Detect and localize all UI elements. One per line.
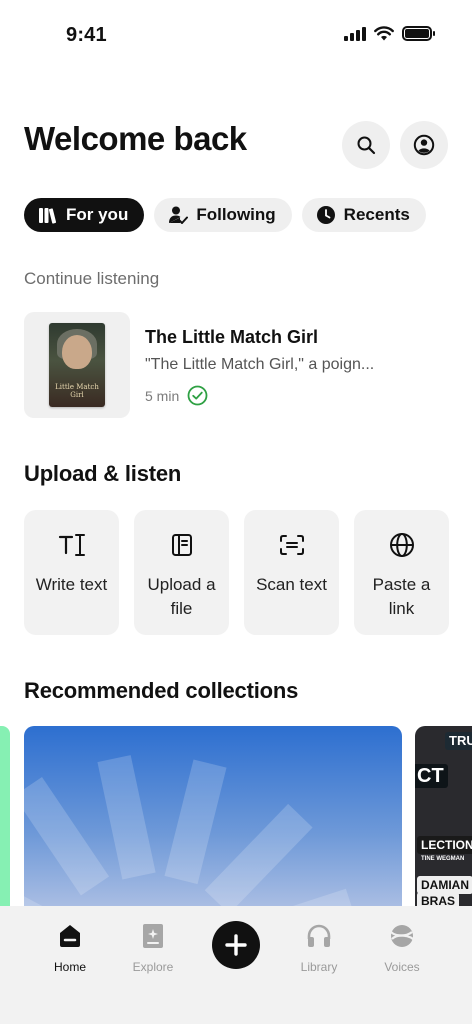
poster-word: TINE WEGMAN xyxy=(421,856,465,862)
write-text-label: Write text xyxy=(35,575,108,594)
ray-graphic xyxy=(24,777,110,896)
scan-text-button[interactable]: Scan text xyxy=(244,510,339,635)
poster-word: TRU xyxy=(445,732,472,750)
poster-word: CT xyxy=(415,764,448,788)
scan-icon xyxy=(279,535,304,555)
nav-library[interactable]: Library xyxy=(284,920,354,974)
collection-card-next[interactable]: TRU CT LECTION TINE WEGMAN DAMIAN BRAS xyxy=(415,726,472,906)
recommended-section-title: Recommended collections xyxy=(24,678,299,703)
tab-label: Following xyxy=(196,205,276,224)
person-check-icon xyxy=(169,206,189,224)
nav-explore[interactable]: Explore xyxy=(118,920,188,974)
explore-icon xyxy=(143,924,163,948)
search-icon xyxy=(357,136,376,155)
nav-library-label: Library xyxy=(300,960,338,974)
voices-icon xyxy=(390,925,414,947)
scan-text-label: Scan text xyxy=(256,575,327,594)
battery-icon xyxy=(402,26,435,41)
status-icons xyxy=(344,26,435,41)
headphones-icon xyxy=(307,924,331,947)
tab-label: For you xyxy=(66,205,129,224)
continue-listening-label: Continue listening xyxy=(24,269,160,288)
continue-listening-card[interactable]: Little Match Girl The Little Match Girl … xyxy=(24,312,448,418)
tab-following[interactable]: Following xyxy=(154,198,292,232)
write-text-button[interactable]: Write text xyxy=(24,510,119,635)
page-title: Welcome back xyxy=(24,120,247,157)
bottom-nav: Home Explore Library Voices xyxy=(0,906,472,1024)
nav-voices[interactable]: Voices xyxy=(367,920,437,974)
poster-word: BRAS xyxy=(417,892,460,906)
tab-bar: For you Following Recents xyxy=(24,198,426,232)
tab-label: Recents xyxy=(343,205,410,224)
profile-icon xyxy=(413,134,435,156)
ray-graphic xyxy=(204,803,313,906)
file-icon xyxy=(171,534,192,556)
status-time: 9:41 xyxy=(66,24,107,46)
paste-link-label: Paste a link xyxy=(372,575,431,618)
nav-home[interactable]: Home xyxy=(35,920,105,974)
collection-card-featured[interactable] xyxy=(24,726,402,906)
nav-explore-label: Explore xyxy=(132,960,174,974)
story-title: The Little Match Girl xyxy=(145,327,319,347)
book-cover: Little Match Girl xyxy=(49,323,105,407)
clock-icon xyxy=(316,206,335,224)
paste-link-button[interactable]: Paste a link xyxy=(354,510,449,635)
text-cursor-icon xyxy=(58,534,85,556)
ray-graphic xyxy=(97,755,156,880)
ray-graphic xyxy=(24,860,63,906)
upload-options: Write text Upload a file Scan text Paste… xyxy=(24,510,449,635)
collection-card-previous[interactable] xyxy=(0,726,10,906)
book-cover-title: Little Match Girl xyxy=(55,383,99,399)
cover-container: Little Match Girl xyxy=(24,312,130,418)
globe-icon xyxy=(389,533,414,557)
profile-button[interactable] xyxy=(400,121,448,169)
wifi-icon xyxy=(374,26,394,41)
tab-for-you[interactable]: For you xyxy=(24,198,145,232)
tab-recents[interactable]: Recents xyxy=(301,198,426,232)
story-duration: 5 min xyxy=(145,387,180,404)
story-meta: 5 min xyxy=(145,385,208,406)
home-icon xyxy=(60,925,80,947)
upload-section-title: Upload & listen xyxy=(24,461,182,486)
poster-word: LECTION xyxy=(417,836,472,854)
upload-file-label: Upload a file xyxy=(147,575,216,618)
ray-graphic xyxy=(164,759,227,885)
collections-carousel[interactable]: TRU CT LECTION TINE WEGMAN DAMIAN BRAS xyxy=(0,726,472,906)
add-button[interactable] xyxy=(212,921,260,969)
books-icon xyxy=(39,208,57,224)
nav-voices-label: Voices xyxy=(384,960,420,974)
nav-home-label: Home xyxy=(53,960,86,974)
upload-file-button[interactable]: Upload a file xyxy=(134,510,229,635)
plus-icon xyxy=(225,934,247,956)
story-excerpt: "The Little Match Girl," a poign... xyxy=(145,356,375,373)
signal-icon xyxy=(344,26,366,41)
status-bar: 9:41 xyxy=(0,0,472,70)
search-button[interactable] xyxy=(342,121,390,169)
check-circle-icon xyxy=(187,385,208,406)
